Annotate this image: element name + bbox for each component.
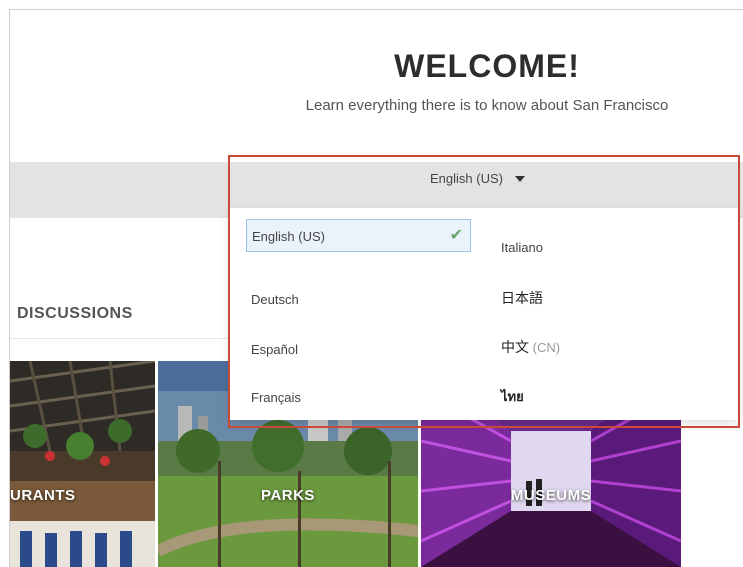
page-title: WELCOME! xyxy=(394,48,580,84)
tile-restaurants[interactable]: URANTS xyxy=(10,361,155,567)
language-option-chinese-label: 中文 xyxy=(501,339,529,355)
language-option-japanese[interactable]: 日本語 xyxy=(501,288,543,308)
language-option-english-us[interactable]: English (US) ✔ xyxy=(246,219,471,252)
tile-label-museums: MUSEUMS xyxy=(510,487,592,504)
tile-label-restaurants: URANTS xyxy=(10,487,76,504)
page-subtitle: Learn everything there is to know about … xyxy=(305,97,669,114)
caret-down-icon[interactable] xyxy=(515,176,525,182)
language-option-deutsch[interactable]: Deutsch xyxy=(251,292,299,307)
language-dropdown: English (US) ✔ Deutsch Español Français … xyxy=(230,208,740,420)
language-option-chinese-suffix: (CN) xyxy=(532,340,561,355)
restaurant-interior-image xyxy=(10,361,155,567)
tile-label-parks: PARKS xyxy=(261,487,315,504)
language-option-chinese[interactable]: 中文 (CN) xyxy=(501,337,560,357)
checkmark-icon: ✔ xyxy=(449,227,463,244)
language-option-label: English (US) xyxy=(252,229,325,244)
language-option-francais[interactable]: Français xyxy=(251,390,301,405)
language-option-thai[interactable]: ไทย xyxy=(501,386,524,407)
language-option-italiano[interactable]: Italiano xyxy=(501,240,543,255)
language-selector[interactable]: English (US) xyxy=(430,171,503,186)
discussions-heading: DISCUSSIONS xyxy=(17,305,133,322)
language-option-espanol[interactable]: Español xyxy=(251,342,298,357)
